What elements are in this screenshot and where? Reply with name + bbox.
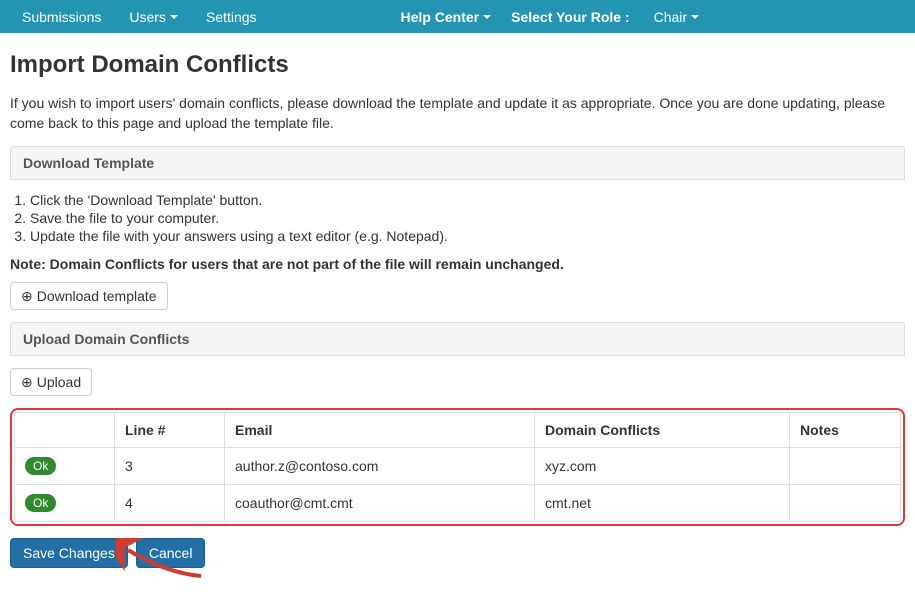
download-steps: Click the 'Download Template' button. Sa…	[30, 192, 905, 244]
cell-notes	[790, 447, 901, 484]
page-intro: If you wish to import users' domain conf…	[10, 93, 905, 134]
download-template-header: Download Template	[10, 146, 905, 180]
cancel-button[interactable]: Cancel	[136, 538, 206, 568]
cell-email: author.z@contoso.com	[225, 447, 535, 484]
cell-email: coauthor@cmt.cmt	[225, 484, 535, 521]
table-row: Ok 3 author.z@contoso.com xyz.com	[15, 447, 901, 484]
download-note: Note: Domain Conflicts for users that ar…	[10, 256, 905, 272]
nav-submissions[interactable]: Submissions	[8, 2, 115, 32]
col-domain-header: Domain Conflicts	[535, 412, 790, 447]
status-badge: Ok	[25, 494, 56, 512]
col-notes-header: Notes	[790, 412, 901, 447]
page-title: Import Domain Conflicts	[10, 51, 905, 79]
results-table-highlight: Line # Email Domain Conflicts Notes Ok 3…	[10, 408, 905, 526]
table-row: Ok 4 coauthor@cmt.cmt cmt.net	[15, 484, 901, 521]
cell-status: Ok	[15, 484, 115, 521]
caret-icon	[691, 15, 699, 19]
action-row: Save Changes Cancel	[10, 538, 905, 568]
download-step: Click the 'Download Template' button.	[30, 192, 905, 208]
caret-icon	[170, 15, 178, 19]
col-status-header	[15, 412, 115, 447]
cell-notes	[790, 484, 901, 521]
upload-button[interactable]: ⊕ Upload	[10, 368, 92, 396]
caret-icon	[483, 15, 491, 19]
results-table: Line # Email Domain Conflicts Notes Ok 3…	[14, 412, 901, 522]
upload-label: Upload	[37, 374, 81, 390]
save-button[interactable]: Save Changes	[10, 538, 128, 568]
table-header-row: Line # Email Domain Conflicts Notes	[15, 412, 901, 447]
download-template-label: Download template	[37, 288, 157, 304]
cell-domain: xyz.com	[535, 447, 790, 484]
nav-role-dropdown[interactable]: Chair	[640, 2, 713, 32]
cell-domain: cmt.net	[535, 484, 790, 521]
nav-left: Submissions Users Settings	[8, 2, 271, 32]
nav-select-role-label: Select Your Role :	[501, 2, 640, 32]
download-icon: ⊕	[21, 289, 33, 303]
col-line-header: Line #	[115, 412, 225, 447]
nav-help-label: Help Center	[401, 9, 480, 25]
col-email-header: Email	[225, 412, 535, 447]
nav-role-value: Chair	[654, 9, 687, 25]
cell-line: 4	[115, 484, 225, 521]
nav-users[interactable]: Users	[115, 2, 192, 32]
top-navbar: Submissions Users Settings Help Center S…	[0, 0, 915, 33]
nav-center: Help Center Select Your Role : Chair	[391, 2, 714, 32]
download-template-button[interactable]: ⊕ Download template	[10, 282, 168, 310]
nav-settings[interactable]: Settings	[192, 2, 271, 32]
upload-icon: ⊕	[21, 375, 33, 389]
nav-help-center[interactable]: Help Center	[391, 2, 502, 32]
status-badge: Ok	[25, 457, 56, 475]
upload-section-header: Upload Domain Conflicts	[10, 322, 905, 356]
cell-line: 3	[115, 447, 225, 484]
cell-status: Ok	[15, 447, 115, 484]
page-content: Import Domain Conflicts If you wish to i…	[0, 33, 915, 596]
nav-users-label: Users	[129, 9, 166, 25]
download-step: Save the file to your computer.	[30, 210, 905, 226]
download-step: Update the file with your answers using …	[30, 228, 905, 244]
